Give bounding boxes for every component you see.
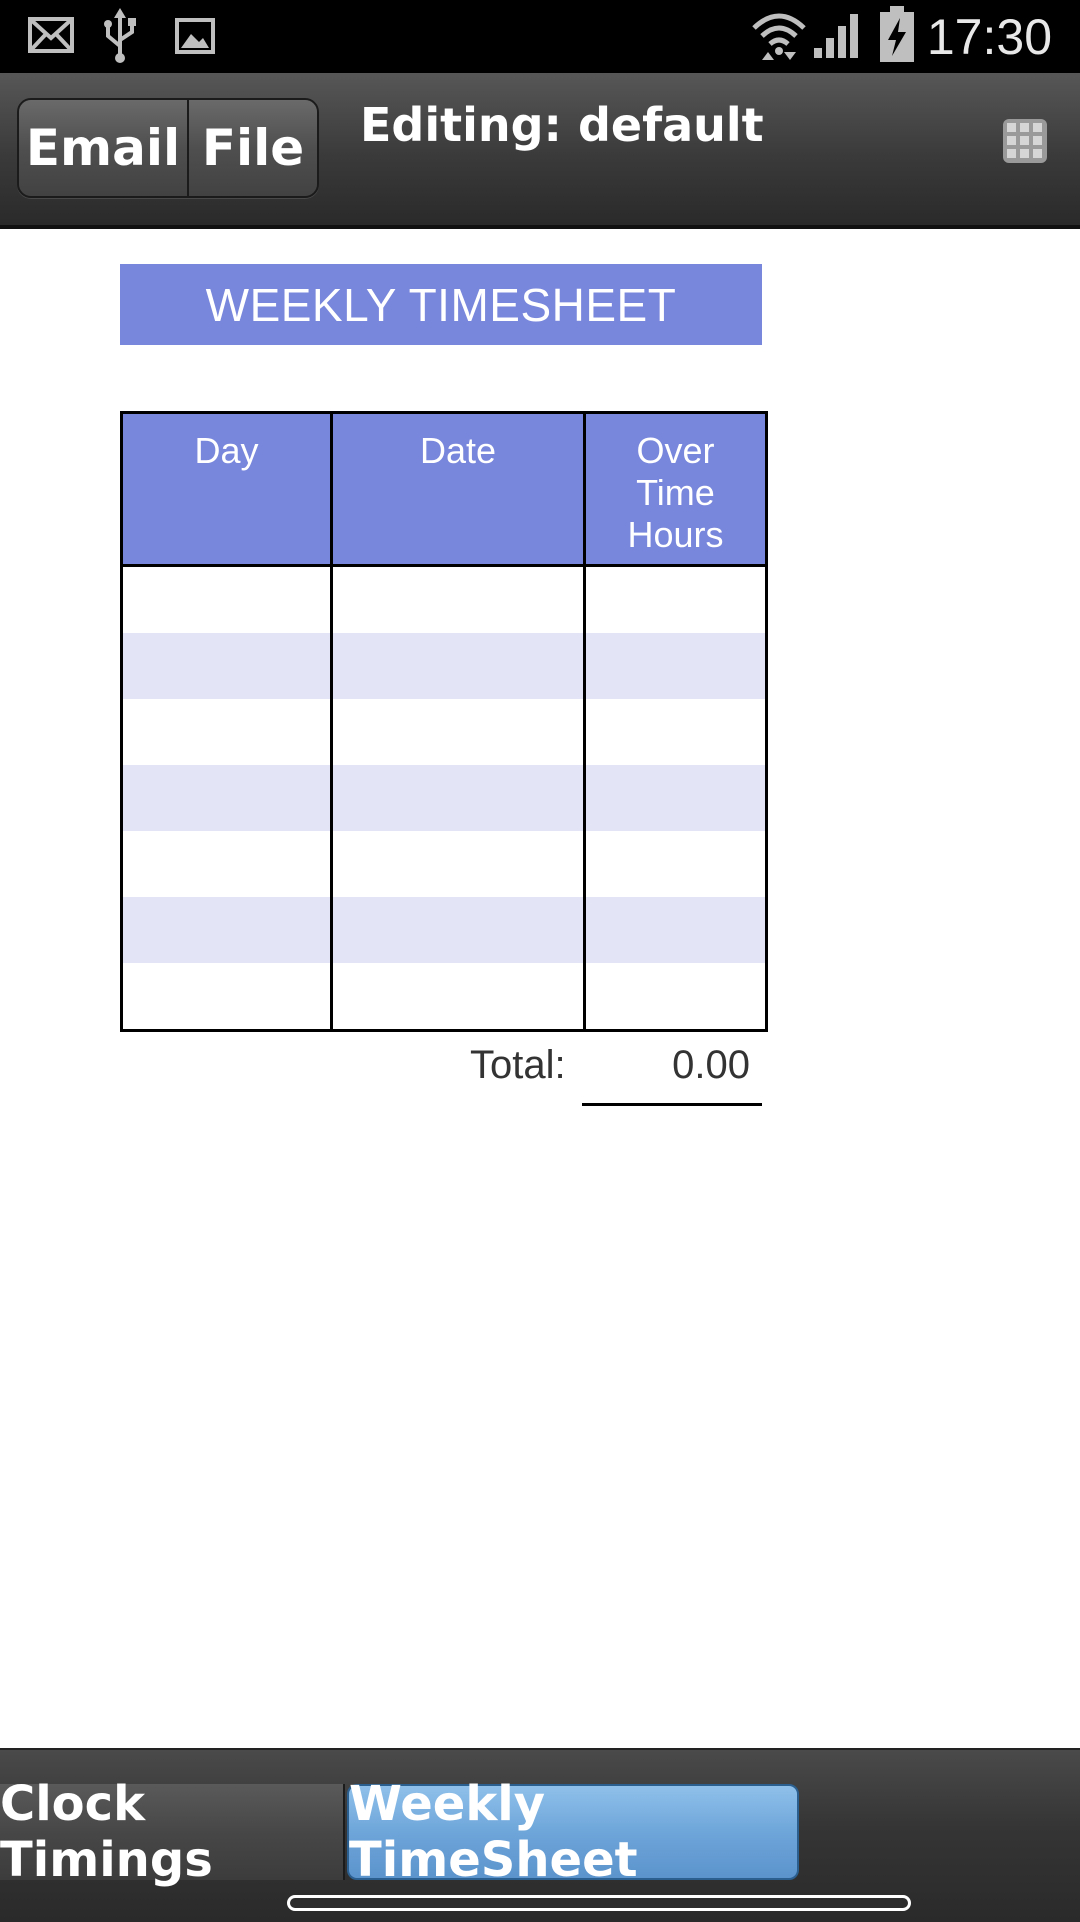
file-button[interactable]: File — [189, 100, 317, 196]
editing-title: Editing: default — [360, 98, 764, 152]
date-cell[interactable] — [330, 565, 586, 633]
header-overtime-line: Over — [636, 430, 715, 471]
overtime-cell[interactable] — [583, 765, 768, 831]
action-button-group: Email File — [17, 98, 319, 198]
total-value: 0.00 — [672, 1043, 750, 1087]
date-cell[interactable] — [330, 831, 586, 897]
overtime-cell[interactable] — [583, 831, 768, 897]
signal-icon — [814, 14, 858, 58]
status-bar: 17:30 — [0, 0, 1080, 73]
date-cell[interactable] — [330, 765, 586, 831]
table-row — [120, 963, 768, 1032]
header-overtime-line: Time — [636, 472, 715, 513]
email-button[interactable]: Email — [19, 100, 189, 196]
tab-scroll-indicator — [287, 1895, 911, 1911]
clock-time: 17:30 — [926, 9, 1052, 65]
timesheet-table: Day Date Over Time Hours — [120, 411, 768, 1032]
timesheet-banner: WEEKLY TIMESHEET — [120, 264, 762, 345]
date-cell[interactable] — [330, 633, 586, 699]
total-underline — [582, 1103, 762, 1106]
day-cell[interactable] — [120, 633, 333, 699]
wifi-icon — [752, 13, 806, 60]
overtime-cell[interactable] — [583, 699, 768, 765]
image-icon — [175, 18, 215, 54]
day-cell[interactable] — [120, 765, 333, 831]
email-icon — [28, 17, 74, 53]
date-cell[interactable] — [330, 963, 586, 1032]
overtime-cell[interactable] — [583, 897, 768, 963]
header-day: Day — [120, 411, 333, 567]
tab-weekly-timesheet[interactable]: Weekly TimeSheet — [347, 1776, 799, 1888]
total-label: Total: — [470, 1043, 566, 1087]
date-cell[interactable] — [330, 897, 586, 963]
table-header-row: Day Date Over Time Hours — [120, 411, 768, 567]
overtime-cell[interactable] — [583, 565, 768, 633]
day-cell[interactable] — [120, 963, 333, 1032]
table-row — [120, 765, 768, 831]
header-date: Date — [330, 411, 586, 567]
header-overtime-line: Hours — [627, 514, 724, 555]
overtime-cell[interactable] — [583, 963, 768, 1032]
table-row — [120, 633, 768, 699]
usb-icon — [104, 8, 136, 63]
action-bar: Email File Editing: default — [0, 73, 1080, 229]
date-cell[interactable] — [330, 699, 586, 765]
day-cell[interactable] — [120, 831, 333, 897]
table-row — [120, 565, 768, 633]
tab-clock-timings[interactable]: Clock Timings — [0, 1776, 345, 1888]
header-overtime-hours: Over Time Hours — [583, 411, 768, 567]
table-row — [120, 699, 768, 765]
table-row — [120, 897, 768, 963]
grid-icon[interactable] — [1001, 117, 1049, 165]
day-cell[interactable] — [120, 699, 333, 765]
day-cell[interactable] — [120, 565, 333, 633]
day-cell[interactable] — [120, 897, 333, 963]
table-row — [120, 831, 768, 897]
battery-charging-icon — [880, 6, 914, 62]
overtime-cell[interactable] — [583, 633, 768, 699]
